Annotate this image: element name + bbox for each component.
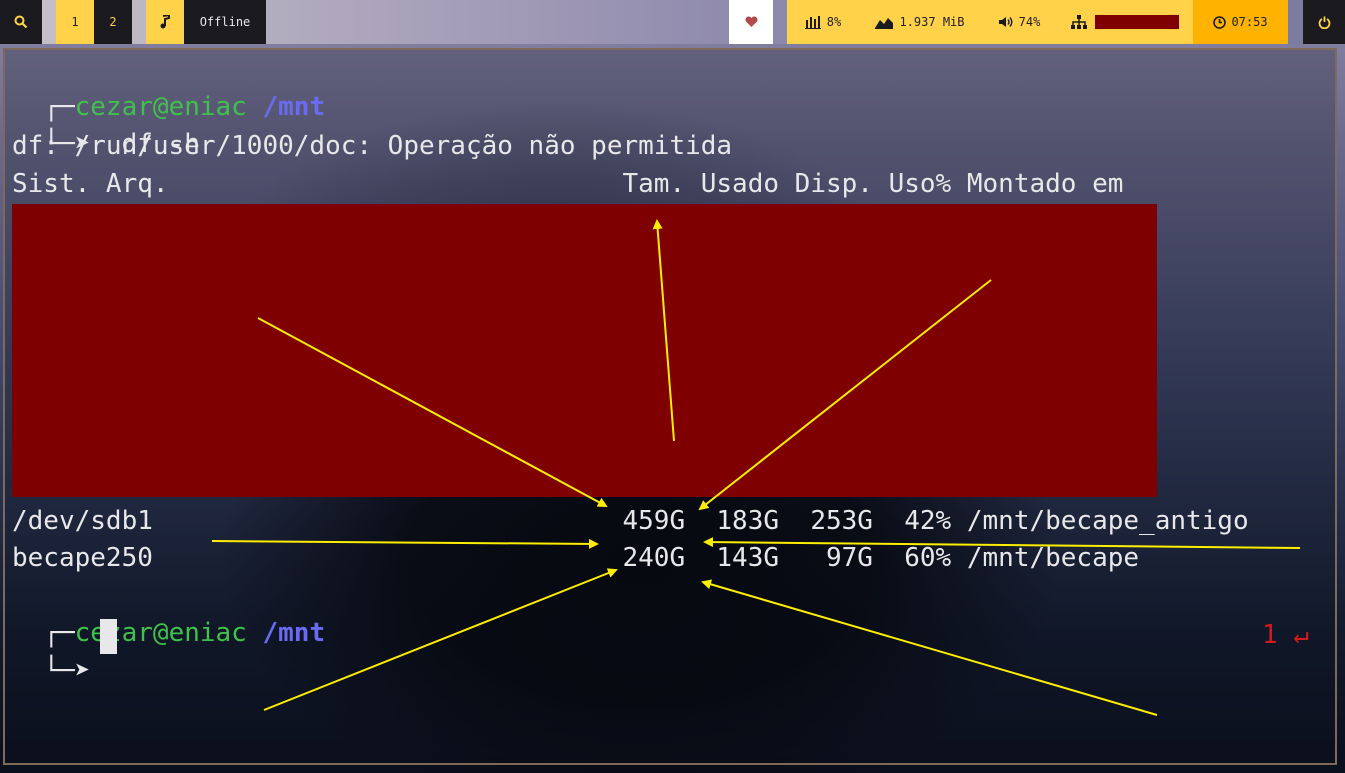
arrow xyxy=(701,579,1158,716)
arrow xyxy=(698,279,992,511)
arrow xyxy=(652,219,675,442)
arrow xyxy=(263,568,618,711)
arrow xyxy=(257,317,608,507)
annotation-arrows xyxy=(211,219,1301,716)
arrow xyxy=(703,537,1301,549)
arrow xyxy=(211,538,599,549)
